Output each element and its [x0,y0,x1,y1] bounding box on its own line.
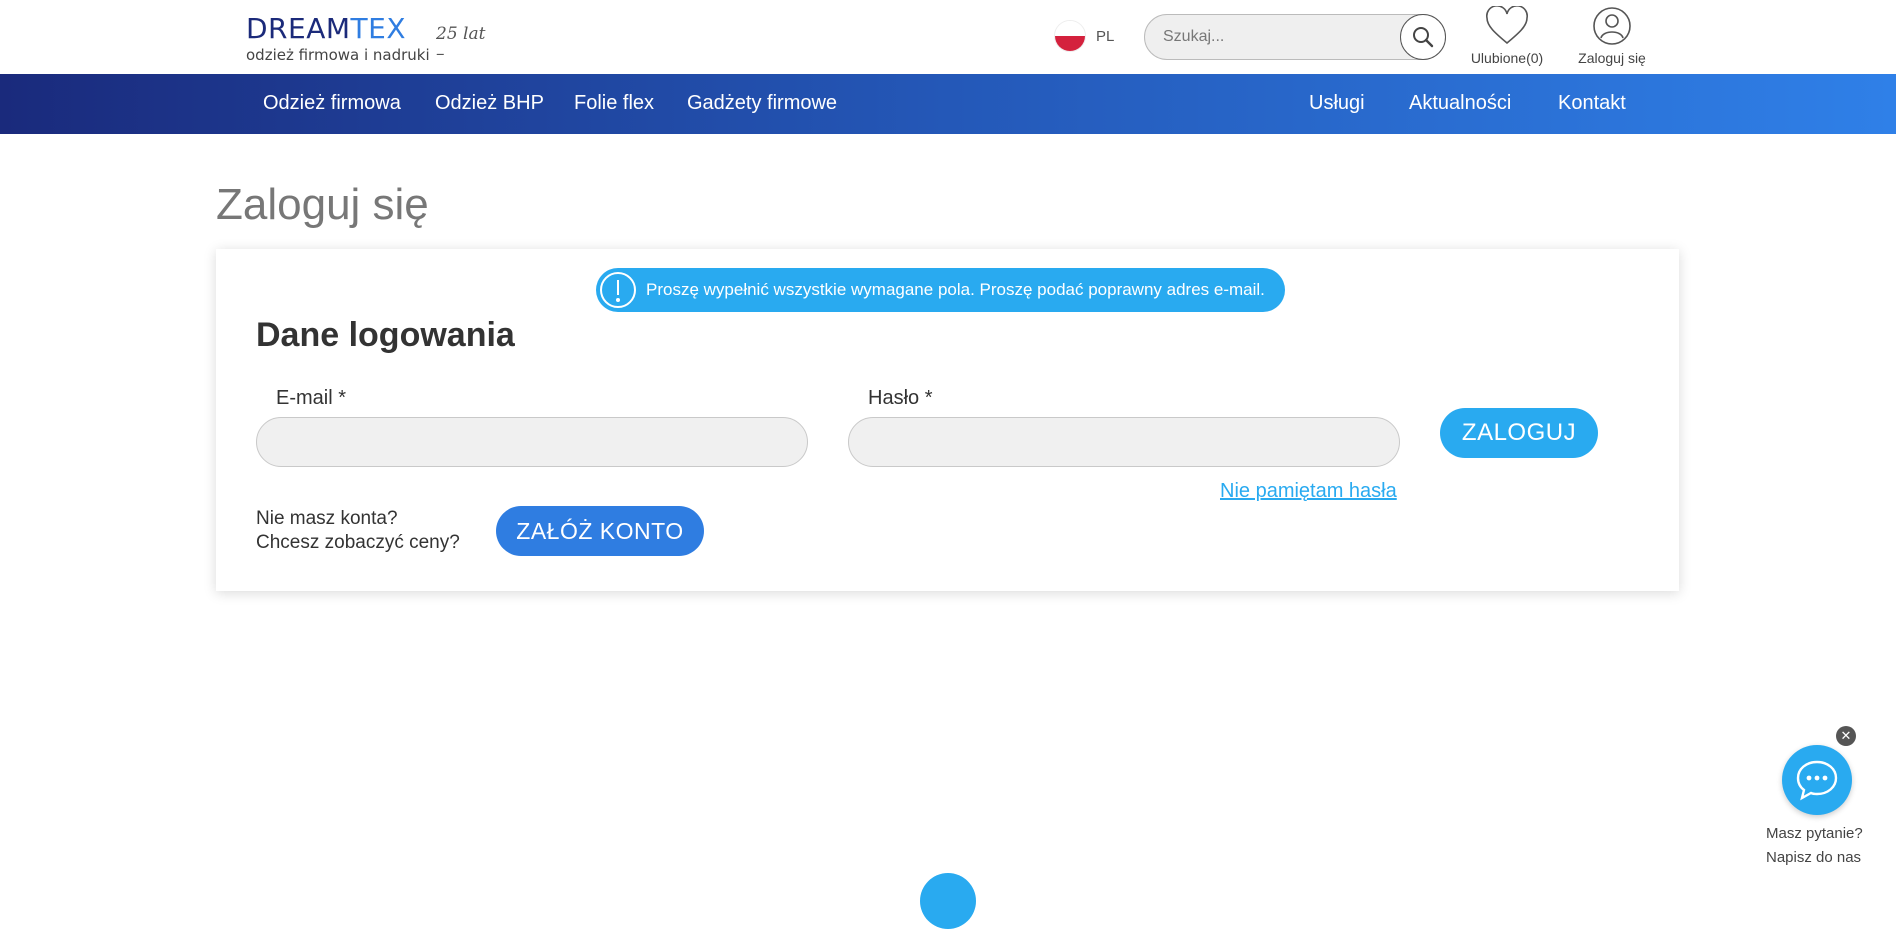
password-label: Hasło * [868,387,933,409]
forgot-password-link[interactable]: Nie pamiętam hasła [1220,480,1397,503]
search-button[interactable] [1400,14,1446,60]
chat-line1: Masz pytanie? [1766,825,1863,842]
no-account-line2: Chcesz zobaczyć ceny? [256,532,460,553]
favorites-label: Ulubione(0) [1470,50,1544,66]
nav-item-aktualnosci[interactable]: Aktualności [1409,92,1511,115]
language-switcher[interactable]: PL [1054,20,1114,52]
heart-icon [1486,6,1528,45]
search-icon [1413,27,1434,48]
top-header: DREAMTEX odzież firmowa i nadruki 25 lat… [0,0,1896,74]
scroll-top-button[interactable] [920,873,976,929]
language-label: PL [1096,27,1115,45]
nav-item-folie-flex[interactable]: Folie flex [574,92,654,115]
search-box [1144,14,1446,60]
nav-item-uslugi[interactable]: Usługi [1309,92,1365,115]
chat-button[interactable] [1782,745,1852,815]
email-field[interactable] [257,418,807,466]
login-link[interactable]: Zaloguj się [1572,6,1652,66]
no-account-text: Nie masz konta? Chcesz zobaczyć ceny? [256,507,460,555]
email-label: E-mail * [276,387,347,409]
chat-bubble-icon [1796,760,1838,801]
poland-flag-icon [1054,20,1086,52]
nav-item-odziez-firmowa[interactable]: Odzież firmowa [263,92,401,115]
logo-anniversary: 25 lat – [436,24,486,64]
search-input[interactable] [1163,25,1383,49]
main-nav: Odzież firmowa Odzież BHP Folie flex Gad… [0,74,1896,134]
section-title: Dane logowania [256,316,515,354]
login-button[interactable]: ZALOGUJ [1440,408,1598,458]
close-icon[interactable]: ✕ [1836,726,1856,746]
password-field-wrap [848,417,1400,467]
alert-text: Proszę wypełnić wszystkie wymagane pola.… [646,280,1265,299]
nav-item-kontakt[interactable]: Kontakt [1558,92,1626,115]
logo[interactable]: DREAMTEX odzież firmowa i nadruki 25 lat… [246,12,496,64]
exclamation-icon [600,272,636,308]
page-title: Zaloguj się [216,180,429,229]
logo-wordmark: DREAMTEX [246,12,407,45]
nav-item-odziez-bhp[interactable]: Odzież BHP [435,92,544,115]
chat-prompt[interactable]: Masz pytanie? Napisz do nas [1766,822,1863,870]
chat-line2: Napisz do nas [1766,849,1862,866]
password-field[interactable] [849,418,1399,466]
email-field-wrap [256,417,808,467]
register-button[interactable]: ZAŁÓŻ KONTO [496,506,704,556]
login-card: Proszę wypełnić wszystkie wymagane pola.… [216,249,1679,591]
no-account-line1: Nie masz konta? [256,508,398,529]
validation-alert: Proszę wypełnić wszystkie wymagane pola.… [596,268,1285,312]
nav-item-gadzety-firmowe[interactable]: Gadżety firmowe [687,92,837,115]
user-icon [1593,7,1631,45]
favorites-link[interactable]: Ulubione(0) [1464,6,1550,66]
login-label: Zaloguj się [1578,50,1646,66]
logo-tagline: odzież firmowa i nadruki [246,46,430,64]
